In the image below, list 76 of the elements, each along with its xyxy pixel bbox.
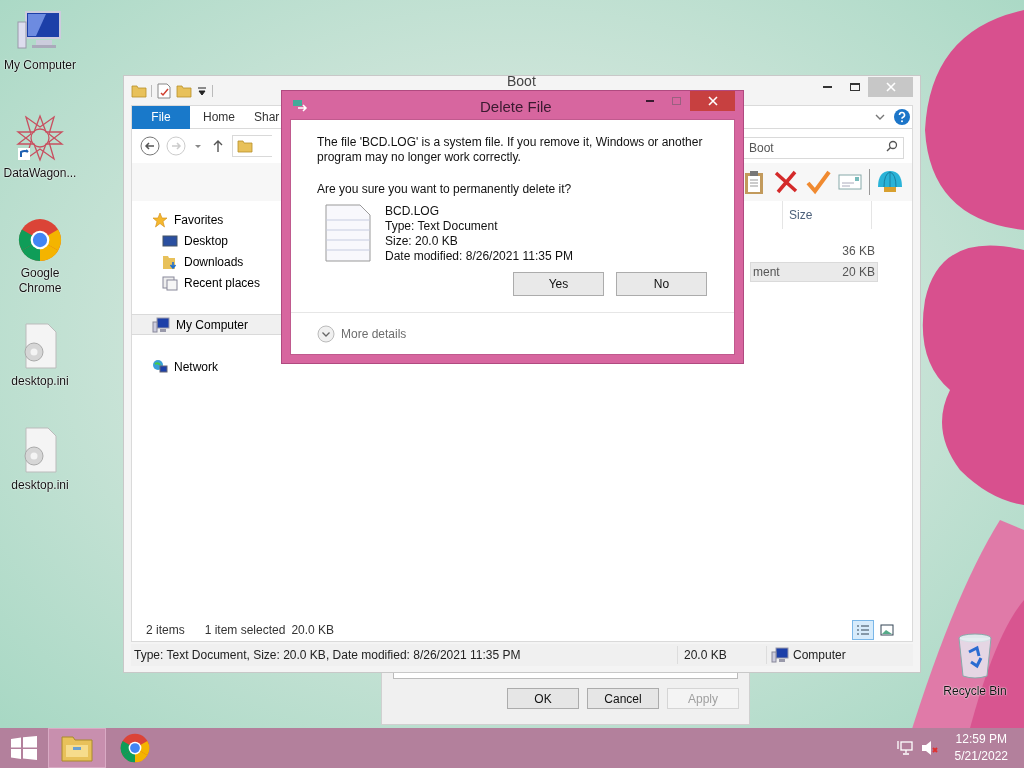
selection-status: 1 item selected [204,622,286,639]
close-icon [707,96,718,106]
delete-icon[interactable] [773,169,799,195]
search-icon [886,140,898,152]
back-icon[interactable] [140,136,160,156]
downloads-folder-icon [162,253,178,270]
new-folder-icon [176,82,192,99]
file-size: Size: 20.0 KB [385,234,459,249]
chevron-down-icon [317,324,335,343]
image-icon [880,624,894,636]
desktop-icon-label[interactable]: desktop.ini [11,478,69,493]
muted-speaker-icon[interactable] [920,740,939,756]
table-cell-text: ment [753,264,780,281]
confirm-question: Are you sure you want to permanently delete it? [317,181,573,198]
desktop-icon-label[interactable]: Google Chrome [0,266,80,296]
location-label: Computer [793,647,846,664]
desktop-icon-label[interactable]: My Computer [4,58,76,73]
dialog-button[interactable]: Cancel [587,688,659,709]
ribbon-tab[interactable]: File [132,105,190,129]
ribbon-tab[interactable]: Home [190,105,248,129]
star-pattern-icon [16,114,64,162]
desktop-icon-label[interactable]: Recycle Bin [943,684,1007,699]
folder-icon [237,138,253,154]
selection-size: 20.0 KB [291,622,335,639]
recent-places-icon [162,274,178,291]
desktop-icon-label[interactable]: DataWagon... [3,166,77,181]
file-details: Type: Text Document, Size: 20.0 KB, Date modified: 8/26/2021 11:35 PM [133,647,522,664]
item-count: 2 items [146,622,185,639]
dialog-title: Delete File [480,97,552,117]
network-icon[interactable] [896,740,913,756]
desktop-icon [162,232,178,249]
file-row[interactable]: ment 20 KB [750,262,878,282]
chrome-icon [120,733,150,763]
chrome-icon [18,218,62,262]
navigation-item[interactable]: Recent places [132,272,282,293]
file-size: 20.0 KB [683,647,728,664]
text-file-icon [325,204,371,262]
star-icon [152,211,168,228]
shell-icon[interactable] [876,169,904,195]
file-name: BCD.LOG [385,204,440,219]
navigation-item[interactable]: Desktop [132,230,282,251]
file-modified: Date modified: 8/26/2021 11:35 PM [385,249,573,264]
close-icon [885,81,896,92]
taskbar-app[interactable] [48,728,106,768]
desktop-icon-label[interactable]: desktop.ini [11,374,69,389]
table-cell-text: 20 KB [842,264,875,281]
network-icon [152,358,168,375]
file-move-icon [292,97,308,113]
computer-icon [152,316,170,333]
details-view-button[interactable] [852,620,874,640]
navigation-item[interactable]: My Computer [132,314,282,335]
ribbon-tab[interactable]: Shar [248,105,280,129]
dialog-button[interactable]: Yes [513,272,604,296]
navigation-item[interactable]: Network [132,356,282,377]
more-details-button[interactable]: More details [317,324,407,343]
checkmark-icon[interactable] [805,169,831,195]
address-bar[interactable] [232,135,272,157]
window-title: Boot [507,74,536,89]
details-icon [856,624,870,636]
properties-icon[interactable] [156,82,172,99]
column-header[interactable]: Size [789,206,813,224]
navigation-item[interactable]: Downloads [132,251,282,272]
help-icon[interactable] [894,109,910,125]
dropdown-icon[interactable] [196,84,208,97]
windows-icon [11,736,37,760]
folder-icon [131,82,147,99]
dialog-button[interactable]: No [616,272,707,296]
table-cell-text: 36 KB [842,243,875,260]
file-row[interactable]: 36 KB [750,241,878,261]
recycle-bin-icon [955,632,995,680]
file-type: Type: Text Document [385,219,499,234]
close-button[interactable] [690,91,735,111]
navigation-item[interactable]: Favorites [132,209,282,230]
computer-icon [771,647,789,663]
dialog-button[interactable]: OK [507,688,579,709]
folder-icon [60,733,94,763]
